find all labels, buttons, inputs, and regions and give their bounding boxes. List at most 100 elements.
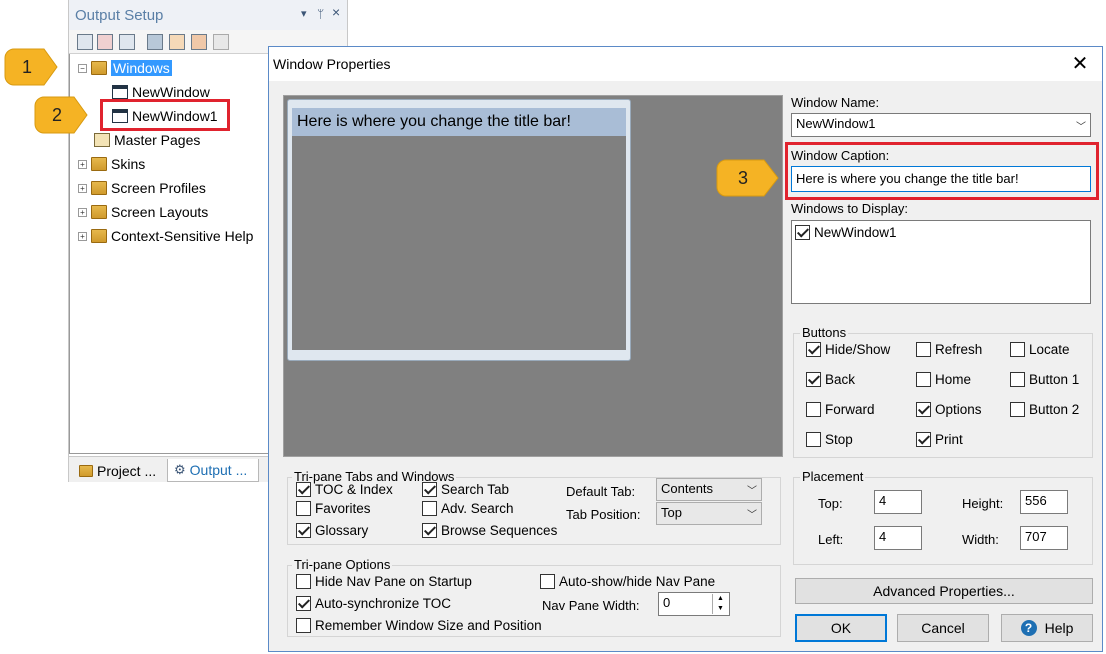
checkbox[interactable] [795, 225, 810, 240]
close-icon[interactable]: ✕ [1069, 53, 1091, 75]
tab-position-value: Top [661, 505, 682, 520]
expand-icon[interactable]: + [78, 231, 87, 241]
panel-close-icon[interactable]: × [332, 4, 340, 20]
expand-icon[interactable]: + [78, 183, 87, 193]
checkbox-hide-show[interactable]: Hide/Show [806, 342, 890, 357]
list-item[interactable]: NewWindow1 [795, 225, 897, 240]
checkbox-browse-sequences[interactable]: Browse Sequences [422, 523, 557, 538]
checkbox[interactable] [296, 523, 311, 538]
tree-item-windows[interactable]: − Windows [78, 57, 172, 79]
checkbox-auto-show-nav-pane[interactable]: Auto-show/hide Nav Pane [540, 574, 715, 589]
tree-item-screen-layouts[interactable]: + Screen Layouts [78, 201, 208, 223]
windows-folder-icon [91, 61, 107, 75]
tree-item-skins[interactable]: + Skins [78, 153, 145, 175]
help-button[interactable]: ? Help [1001, 614, 1093, 642]
checkbox-label: Home [935, 372, 972, 387]
properties-icon[interactable] [77, 34, 93, 50]
checkbox[interactable] [806, 372, 821, 387]
checkbox-print[interactable]: Print [916, 432, 963, 447]
tab-output[interactable]: ⚙ Output ... [167, 459, 259, 482]
checkbox[interactable] [916, 432, 931, 447]
tree-item-label: Screen Layouts [111, 204, 209, 220]
tree-item-screen-profiles[interactable]: + Screen Profiles [78, 177, 206, 199]
checkbox[interactable] [296, 618, 311, 633]
checkbox-refresh[interactable]: Refresh [916, 342, 982, 357]
checkbox-locate[interactable]: Locate [1010, 342, 1070, 357]
checkbox-toc-index[interactable]: TOC & Index [296, 482, 393, 497]
ok-button[interactable]: OK [795, 614, 887, 642]
spinner-arrows-icon[interactable]: ▲ ▼ [712, 594, 728, 614]
highlight-box-caption [785, 142, 1099, 200]
checkbox-hide-nav-pane[interactable]: Hide Nav Pane on Startup [296, 574, 472, 589]
expand-icon[interactable]: + [78, 207, 87, 217]
width-input[interactable]: 707 [1020, 526, 1068, 550]
layout-icon[interactable] [169, 34, 185, 50]
checkbox[interactable] [296, 596, 311, 611]
tree-item-master-pages[interactable]: Master Pages [94, 129, 200, 151]
window-name-select[interactable]: NewWindow1 ﹀ [791, 113, 1091, 137]
top-input[interactable]: 4 [874, 490, 922, 514]
expand-icon[interactable]: + [78, 159, 87, 169]
checkbox[interactable] [1010, 402, 1025, 417]
checkbox-label: Glossary [315, 523, 369, 538]
collapse-icon[interactable]: − [78, 63, 87, 73]
checkbox[interactable] [916, 402, 931, 417]
cancel-button[interactable]: Cancel [897, 614, 989, 642]
checkbox-remember-size[interactable]: Remember Window Size and Position [296, 618, 542, 633]
profile-icon[interactable] [191, 34, 207, 50]
folder-icon [79, 464, 93, 477]
checkbox[interactable] [1010, 372, 1025, 387]
checkbox[interactable] [422, 523, 437, 538]
checkbox-adv-search[interactable]: Adv. Search [422, 501, 514, 516]
checkbox-glossary[interactable]: Glossary [296, 523, 368, 538]
pin-icon[interactable]: ᛘ [317, 7, 324, 21]
disabled-tool-icon[interactable] [213, 34, 229, 50]
tree-item-label: Skins [111, 156, 146, 172]
checkbox[interactable] [422, 501, 437, 516]
checkbox-search-tab[interactable]: Search Tab [422, 482, 509, 497]
checkbox-label: Button 1 [1029, 372, 1080, 387]
default-tab-select[interactable]: Contents ﹀ [656, 478, 762, 501]
nav-pane-width-stepper[interactable]: 0 ▲ ▼ [658, 592, 730, 616]
checkbox[interactable] [1010, 342, 1025, 357]
height-input[interactable]: 556 [1020, 490, 1068, 514]
tree-item-context-sensitive-help[interactable]: + Context-Sensitive Help [78, 225, 253, 247]
checkbox-home[interactable]: Home [916, 372, 971, 387]
help-button-label: Help [1044, 620, 1074, 636]
checkbox[interactable] [296, 501, 311, 516]
screen-icon[interactable] [147, 34, 163, 50]
delete-icon[interactable] [97, 34, 113, 50]
tree-item-label: Master Pages [114, 132, 201, 148]
checkbox[interactable] [916, 372, 931, 387]
tab-position-select[interactable]: Top ﹀ [656, 502, 762, 525]
window-name-label: Window Name: [791, 95, 880, 110]
group-title: Buttons [800, 325, 849, 340]
new-window-icon[interactable] [119, 34, 135, 50]
checkbox-auto-sync-toc[interactable]: Auto-synchronize TOC [296, 596, 451, 611]
checkbox-label: Auto-synchronize TOC [315, 596, 452, 611]
output-gear-icon: ⚙ [174, 462, 186, 477]
checkbox-button-1[interactable]: Button 1 [1010, 372, 1079, 387]
tab-project[interactable]: Project ... [73, 459, 162, 482]
screen-layouts-icon [91, 205, 107, 219]
checkbox-button-2[interactable]: Button 2 [1010, 402, 1079, 417]
checkbox[interactable] [806, 402, 821, 417]
checkbox-options[interactable]: Options [916, 402, 982, 417]
checkbox-forward[interactable]: Forward [806, 402, 875, 417]
screen-profiles-icon [91, 181, 107, 195]
checkbox-stop[interactable]: Stop [806, 432, 853, 447]
checkbox-back[interactable]: Back [806, 372, 855, 387]
checkbox-label: Print [935, 432, 963, 447]
checkbox[interactable] [296, 574, 311, 589]
checkbox-label: Favorites [315, 501, 371, 516]
checkbox[interactable] [806, 342, 821, 357]
checkbox[interactable] [540, 574, 555, 589]
checkbox[interactable] [916, 342, 931, 357]
checkbox[interactable] [296, 482, 311, 497]
checkbox-favorites[interactable]: Favorites [296, 501, 371, 516]
checkbox[interactable] [422, 482, 437, 497]
advanced-properties-button[interactable]: Advanced Properties... [795, 578, 1093, 604]
checkbox[interactable] [806, 432, 821, 447]
left-input[interactable]: 4 [874, 526, 922, 550]
dropdown-icon[interactable]: ▾ [301, 7, 307, 20]
